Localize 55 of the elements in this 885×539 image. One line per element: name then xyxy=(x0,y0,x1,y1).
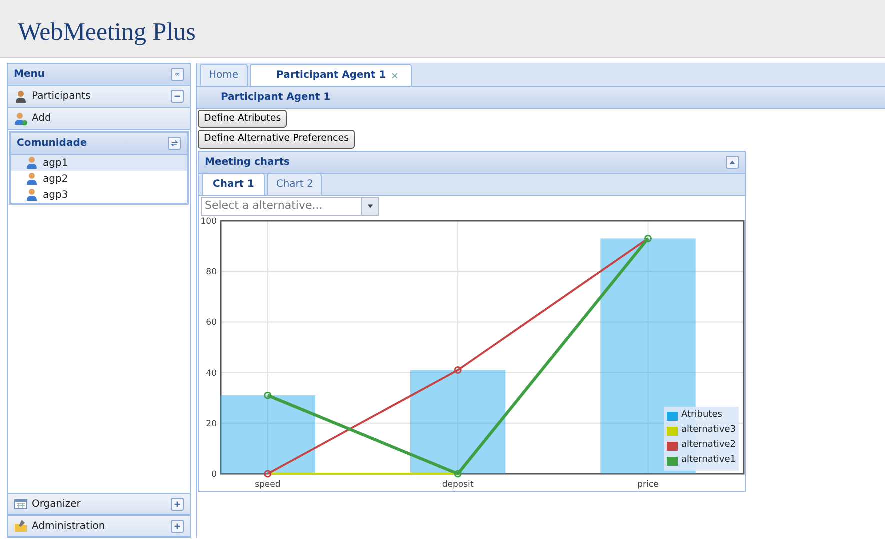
person-icon xyxy=(25,172,39,186)
section-header[interactable]: Administration xyxy=(8,515,190,537)
section-label: Organizer xyxy=(32,498,82,512)
data-point xyxy=(454,470,462,478)
dropdown-button[interactable] xyxy=(361,198,378,214)
section-header[interactable]: Participants xyxy=(8,86,190,108)
y-tick-label: 100 xyxy=(200,216,217,226)
data-point xyxy=(264,391,272,399)
action-button[interactable]: Define Atributes xyxy=(198,110,288,128)
legend-label: alternative1 xyxy=(682,454,736,468)
section-label: Participants xyxy=(32,90,92,104)
menu-item-label: Add xyxy=(32,112,52,126)
data-point xyxy=(454,366,462,374)
person-icon xyxy=(14,90,28,104)
data-point xyxy=(264,470,272,478)
x-axis-label: speed xyxy=(255,480,281,490)
data-point xyxy=(644,234,652,242)
y-tick-label: 80 xyxy=(206,267,217,278)
member-item[interactable]: agp3 xyxy=(11,187,187,203)
y-tick-label: 40 xyxy=(206,368,217,378)
legend-label: Atributes xyxy=(682,409,722,422)
member-item[interactable]: agp2 xyxy=(11,171,187,187)
section-header[interactable]: Organizer xyxy=(8,493,190,515)
sidebar-title: Menu xyxy=(14,68,45,82)
y-tick-label: 0 xyxy=(212,470,217,480)
action-button[interactable]: Define Alternative Preferences xyxy=(198,130,356,148)
legend-label: alternative2 xyxy=(682,439,736,452)
member-name: agp3 xyxy=(43,188,68,202)
app-title: WebMeeting Plus xyxy=(18,19,196,46)
tab[interactable]: Chart 2 xyxy=(267,172,322,194)
add-person-icon xyxy=(14,112,28,126)
tab[interactable]: Participant Agent 1 xyxy=(250,64,412,86)
member-name: agp2 xyxy=(43,172,68,186)
alternative-select[interactable]: Select a alternative... xyxy=(201,196,379,216)
x-axis-label: price xyxy=(638,480,659,490)
panel-title: Participant Agent 1 xyxy=(221,91,331,105)
y-tick-label: 60 xyxy=(206,318,217,328)
x-axis-label: deposit xyxy=(442,480,474,490)
member-item[interactable]: agp1 xyxy=(11,155,187,171)
y-tick-label: 20 xyxy=(206,418,217,429)
menu-item[interactable]: Add xyxy=(8,108,190,130)
close-icon[interactable] xyxy=(391,72,400,80)
member-name: agp1 xyxy=(43,156,68,170)
tab[interactable]: Chart 1 xyxy=(202,172,266,194)
section-label: Administration xyxy=(32,520,106,534)
tab[interactable]: Home xyxy=(200,64,248,86)
person-icon xyxy=(25,156,39,170)
charts-title: Meeting charts xyxy=(205,156,290,170)
caret-down-icon[interactable] xyxy=(366,202,374,210)
collapse-button[interactable]: « xyxy=(171,68,184,81)
calendar-icon xyxy=(14,497,28,511)
community-title: Comunidade xyxy=(17,137,88,151)
folder-icon xyxy=(14,519,28,533)
legend-label: alternative3 xyxy=(682,424,736,438)
person-icon xyxy=(25,188,39,202)
